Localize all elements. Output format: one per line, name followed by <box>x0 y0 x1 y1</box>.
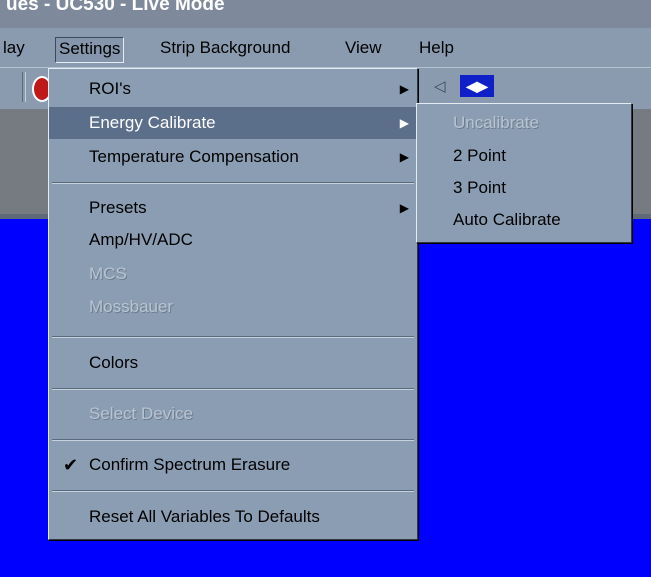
submenu-item-2-point[interactable]: 2 Point <box>417 140 631 172</box>
menu-item-label: Presets <box>89 198 147 217</box>
submenu-item-3-point[interactable]: 3 Point <box>417 172 631 204</box>
menu-item-label: 3 Point <box>453 178 506 197</box>
menu-view[interactable]: View <box>342 37 385 61</box>
menu-item-label: ROI's <box>89 79 131 98</box>
scroll-arrows-icon[interactable]: ◀▶ <box>460 75 494 97</box>
menu-item-amp-hv-adc[interactable]: Amp/HV/ADC <box>49 224 417 256</box>
menu-item-reset-all-variables[interactable]: Reset All Variables To Defaults <box>49 501 417 533</box>
submenu-arrow-icon: ▶ <box>399 82 409 96</box>
energy-calibrate-submenu: Uncalibrate 2 Point 3 Point Auto Calibra… <box>416 103 632 243</box>
menu-item-mcs: MCS <box>49 258 417 290</box>
checkmark-icon: ✔ <box>63 455 79 475</box>
menu-separator <box>52 336 414 338</box>
menu-separator <box>52 182 414 184</box>
settings-menu: ROI's ▶ Energy Calibrate ▶ Temperature C… <box>48 68 418 540</box>
menu-item-mossbauer: Mossbauer <box>49 291 417 323</box>
submenu-arrow-icon: ▶ <box>399 150 409 164</box>
menu-separator <box>52 490 414 492</box>
menu-settings[interactable]: Settings <box>55 37 125 63</box>
menu-item-energy-calibrate[interactable]: Energy Calibrate ▶ <box>49 107 417 139</box>
submenu-item-uncalibrate: Uncalibrate <box>417 107 631 139</box>
submenu-arrow-icon: ▶ <box>399 116 409 130</box>
menu-item-label: MCS <box>89 264 127 283</box>
toolbar-separator <box>22 72 26 102</box>
window-title: ues - UC530 - Live Mode <box>6 0 225 15</box>
left-arrow-icon[interactable]: ◁ <box>434 77 448 97</box>
menu-item-temperature-compensation[interactable]: Temperature Compensation ▶ <box>49 141 417 173</box>
menu-item-label: Uncalibrate <box>453 113 539 132</box>
menu-strip-background[interactable]: Strip Background <box>157 37 293 61</box>
menu-item-label: Mossbauer <box>89 297 174 316</box>
menu-separator <box>52 439 414 441</box>
menu-item-label: Auto Calibrate <box>453 210 561 229</box>
menu-item-label: Colors <box>89 353 139 372</box>
menu-item-label: Amp/HV/ADC <box>89 230 193 249</box>
title-bar: ues - UC530 - Live Mode <box>0 0 651 28</box>
menu-item-confirm-spectrum-erasure[interactable]: ✔ Confirm Spectrum Erasure <box>49 449 417 481</box>
menu-display[interactable]: lay <box>0 37 28 61</box>
menu-item-label: Reset All Variables To Defaults <box>89 507 320 526</box>
submenu-arrow-icon: ▶ <box>399 201 409 215</box>
menu-item-label: 2 Point <box>453 146 506 165</box>
menu-help[interactable]: Help <box>416 37 457 61</box>
menu-separator <box>52 388 414 390</box>
menu-item-rois[interactable]: ROI's ▶ <box>49 73 417 105</box>
menu-item-label: Energy Calibrate <box>89 113 216 132</box>
menu-item-label: Confirm Spectrum Erasure <box>89 455 291 474</box>
menu-item-label: Select Device <box>89 404 193 423</box>
menu-item-presets[interactable]: Presets ▶ <box>49 192 417 224</box>
menu-item-label: Temperature Compensation <box>89 147 299 166</box>
menu-bar: lay Settings Strip Background View Help <box>0 28 651 67</box>
submenu-item-auto-calibrate[interactable]: Auto Calibrate <box>417 204 631 236</box>
menu-item-select-device: Select Device <box>49 398 417 430</box>
menu-item-colors[interactable]: Colors <box>49 347 417 379</box>
